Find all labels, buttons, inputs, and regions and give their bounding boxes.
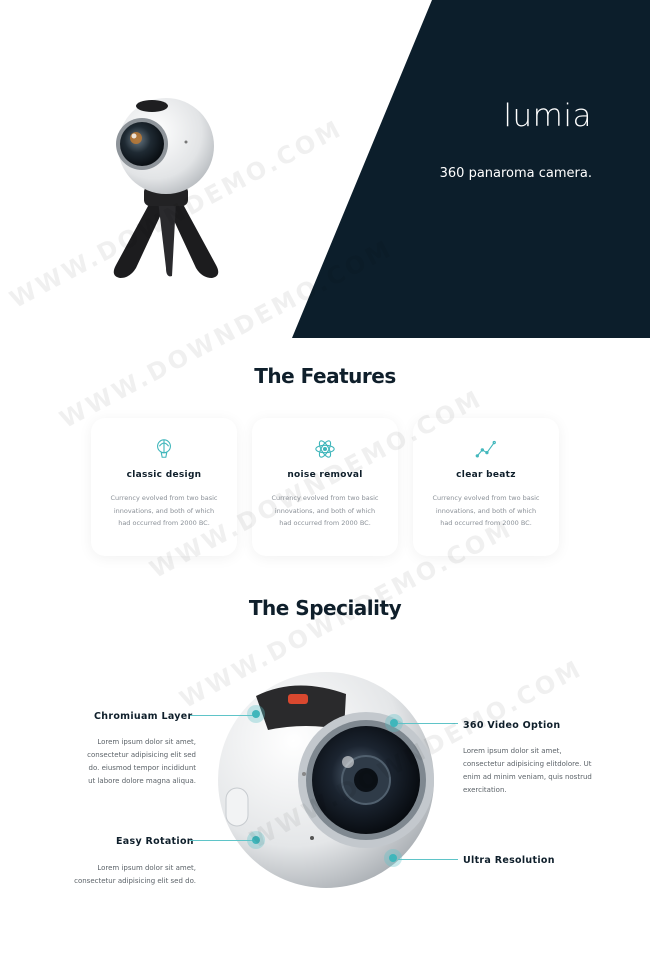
feature-title: classic design	[126, 470, 202, 480]
speciality-title: The Speciality	[248, 596, 402, 620]
spec-description: Lorem ipsum dolor sit amet, consectetur …	[463, 747, 592, 794]
hotspot-dot[interactable]	[247, 705, 265, 723]
features-title: The Features	[254, 364, 396, 388]
spec-label-chromium-layer: Chromiuam Layer	[94, 711, 193, 722]
hero-tagline: 360 panaroma camera.	[439, 166, 592, 181]
feature-description: Currency evolved from two basic innovati…	[432, 494, 540, 527]
feature-title: clear beatz	[456, 470, 516, 480]
connector-line	[398, 859, 458, 860]
spec-label-ultra-resolution: Ultra Resolution	[463, 855, 555, 866]
balloon-icon	[157, 439, 171, 458]
feature-card-clear-beatz: clear beatz Currency evolved from two ba…	[413, 418, 559, 556]
spec-description: Lorem ipsum dolor sit amet, consectetur …	[74, 864, 196, 885]
hotspot-dot[interactable]	[385, 714, 403, 732]
hotspot-dot[interactable]	[247, 831, 265, 849]
feature-card-classic-design: classic design Currency evolved from two…	[91, 418, 237, 556]
spec-label-easy-rotation: Easy Rotation	[116, 836, 194, 847]
hero-section: lumia 360 panaroma camera.	[0, 0, 650, 338]
feature-card-noise-removal: noise removal Currency evolved from two …	[252, 418, 398, 556]
brand-title: lumia	[503, 98, 592, 134]
hotspot-dot[interactable]	[384, 849, 402, 867]
trend-line-icon	[475, 440, 496, 458]
feature-description: Currency evolved from two basic innovati…	[271, 494, 379, 527]
feature-description: Currency evolved from two basic innovati…	[110, 494, 218, 527]
atom-icon	[315, 440, 335, 458]
feature-title: noise removal	[287, 470, 363, 480]
connector-line	[398, 723, 458, 724]
spec-description: Lorem ipsum dolor sit amet, consectetur …	[87, 738, 196, 785]
spec-label-360-video-option: 360 Video Option	[463, 720, 561, 731]
hero-camera-image	[113, 98, 219, 278]
camera-closeup-image	[218, 672, 434, 888]
